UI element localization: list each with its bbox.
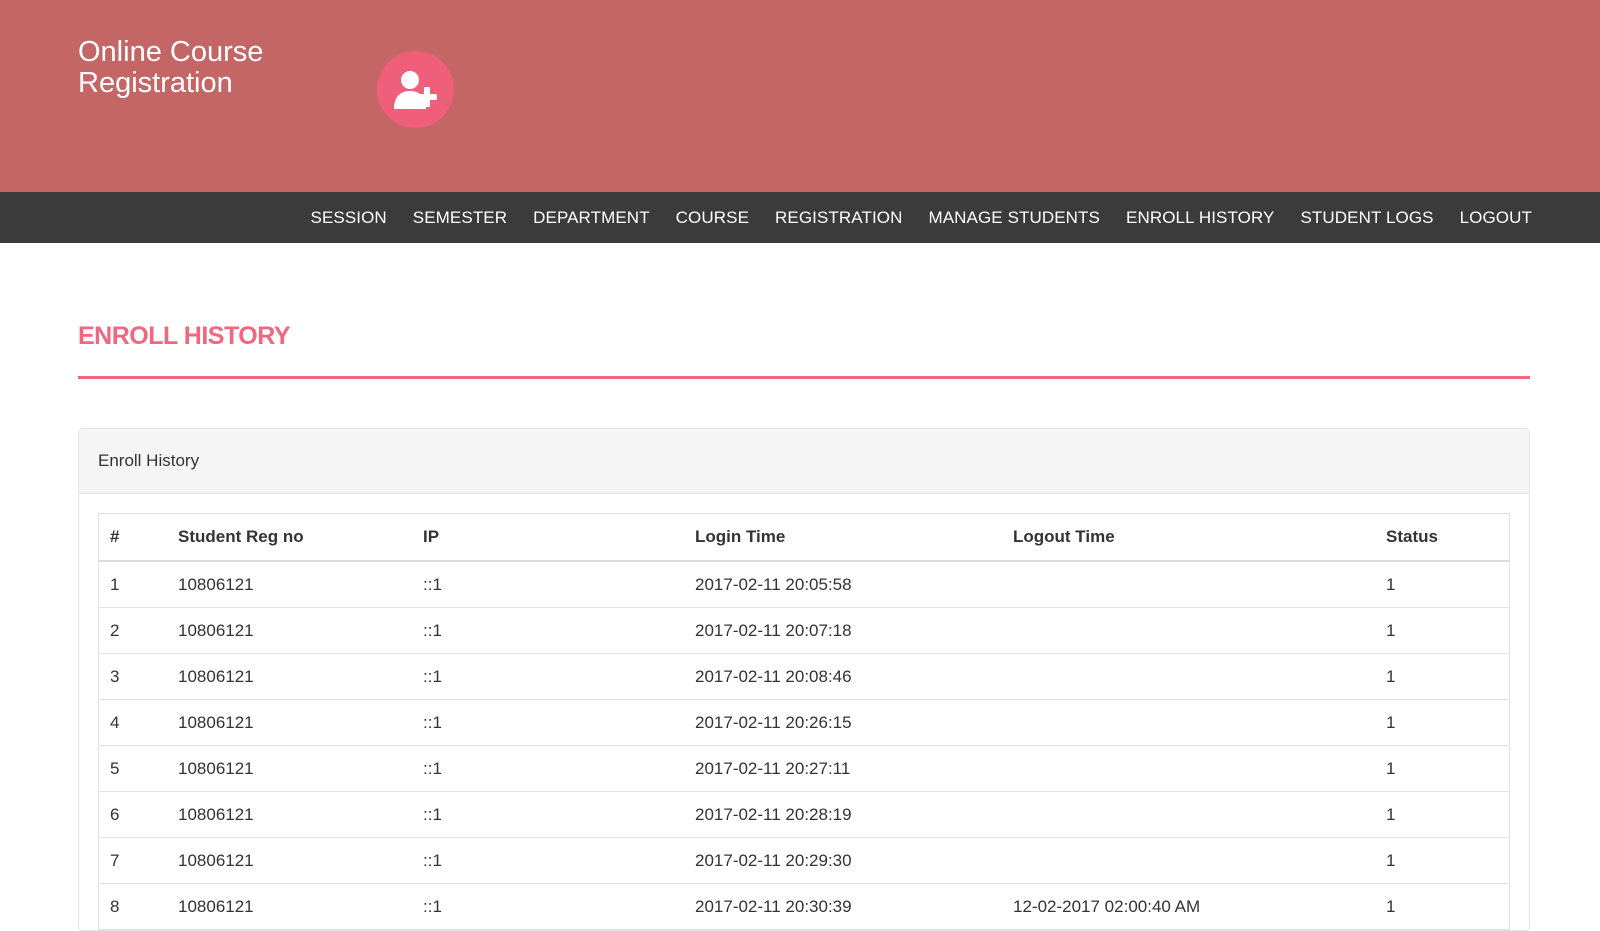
cell-reg-no: 10806121 bbox=[167, 883, 412, 930]
column-header-reg-no: Student Reg no bbox=[167, 513, 412, 562]
cell-status: 1 bbox=[1375, 560, 1510, 608]
cell-status: 1 bbox=[1375, 607, 1510, 654]
cell-reg-no: 10806121 bbox=[167, 607, 412, 654]
nav-logout[interactable]: LOGOUT bbox=[1460, 192, 1532, 243]
column-header-status: Status bbox=[1375, 513, 1510, 562]
cell-login-time: 2017-02-11 20:08:46 bbox=[684, 653, 1002, 700]
cell-status: 1 bbox=[1375, 699, 1510, 746]
cell-reg-no: 10806121 bbox=[167, 791, 412, 838]
site-title[interactable]: Online Course Registration bbox=[78, 37, 338, 99]
column-header-login-time: Login Time bbox=[684, 513, 1002, 562]
cell-login-time: 2017-02-11 20:28:19 bbox=[684, 791, 1002, 838]
cell-reg-no: 10806121 bbox=[167, 653, 412, 700]
cell-status: 1 bbox=[1375, 745, 1510, 792]
cell-login-time: 2017-02-11 20:26:15 bbox=[684, 699, 1002, 746]
cell-ip: ::1 bbox=[412, 883, 684, 930]
cell-reg-no: 10806121 bbox=[167, 837, 412, 884]
cell-logout-time bbox=[1002, 837, 1375, 884]
nav-department[interactable]: DEPARTMENT bbox=[533, 192, 650, 243]
table-row: 7 10806121 ::1 2017-02-11 20:29:30 1 bbox=[98, 837, 1510, 884]
nav-session[interactable]: SESSION bbox=[311, 192, 387, 243]
cell-number: 7 bbox=[98, 837, 167, 884]
cell-reg-no: 10806121 bbox=[167, 560, 412, 608]
cell-logout-time bbox=[1002, 653, 1375, 700]
cell-number: 1 bbox=[98, 560, 167, 608]
cell-ip: ::1 bbox=[412, 607, 684, 654]
table-row: 8 10806121 ::1 2017-02-11 20:30:39 12-02… bbox=[98, 883, 1510, 930]
cell-ip: ::1 bbox=[412, 699, 684, 746]
column-header-ip: IP bbox=[412, 513, 684, 562]
table-row: 1 10806121 ::1 2017-02-11 20:05:58 1 bbox=[98, 560, 1510, 608]
title-divider bbox=[78, 376, 1530, 379]
cell-status: 1 bbox=[1375, 883, 1510, 930]
cell-reg-no: 10806121 bbox=[167, 699, 412, 746]
cell-logout-time bbox=[1002, 607, 1375, 654]
nav-registration[interactable]: REGISTRATION bbox=[775, 192, 902, 243]
site-header: Online Course Registration bbox=[0, 0, 1600, 192]
nav-semester[interactable]: SEMESTER bbox=[413, 192, 507, 243]
column-header-logout-time: Logout Time bbox=[1002, 513, 1375, 562]
cell-ip: ::1 bbox=[412, 791, 684, 838]
cell-number: 3 bbox=[98, 653, 167, 700]
cell-ip: ::1 bbox=[412, 653, 684, 700]
cell-number: 2 bbox=[98, 607, 167, 654]
table-header-row: # Student Reg no IP Login Time Logout Ti… bbox=[98, 513, 1510, 562]
cell-login-time: 2017-02-11 20:30:39 bbox=[684, 883, 1002, 930]
cell-status: 1 bbox=[1375, 791, 1510, 838]
user-avatar-button[interactable] bbox=[377, 51, 454, 128]
nav-course[interactable]: COURSE bbox=[676, 192, 749, 243]
cell-logout-time bbox=[1002, 699, 1375, 746]
user-plus-icon bbox=[393, 70, 437, 109]
main-content: ENROLL HISTORY Enroll History # Student … bbox=[0, 321, 1600, 931]
cell-number: 4 bbox=[98, 699, 167, 746]
cell-ip: ::1 bbox=[412, 560, 684, 608]
nav-enroll-history[interactable]: ENROLL HISTORY bbox=[1126, 192, 1274, 243]
cell-logout-time bbox=[1002, 791, 1375, 838]
column-header-number: # bbox=[98, 513, 167, 562]
main-navbar: SESSION SEMESTER DEPARTMENT COURSE REGIS… bbox=[0, 192, 1600, 243]
cell-login-time: 2017-02-11 20:29:30 bbox=[684, 837, 1002, 884]
cell-number: 5 bbox=[98, 745, 167, 792]
cell-logout-time bbox=[1002, 745, 1375, 792]
cell-ip: ::1 bbox=[412, 745, 684, 792]
cell-logout-time bbox=[1002, 560, 1375, 608]
panel-body: # Student Reg no IP Login Time Logout Ti… bbox=[79, 494, 1529, 930]
cell-status: 1 bbox=[1375, 837, 1510, 884]
cell-login-time: 2017-02-11 20:07:18 bbox=[684, 607, 1002, 654]
table-row: 2 10806121 ::1 2017-02-11 20:07:18 1 bbox=[98, 607, 1510, 654]
table-row: 6 10806121 ::1 2017-02-11 20:28:19 1 bbox=[98, 791, 1510, 838]
cell-login-time: 2017-02-11 20:27:11 bbox=[684, 745, 1002, 792]
cell-reg-no: 10806121 bbox=[167, 745, 412, 792]
nav-manage-students[interactable]: MANAGE STUDENTS bbox=[928, 192, 1100, 243]
table-row: 4 10806121 ::1 2017-02-11 20:26:15 1 bbox=[98, 699, 1510, 746]
page-title: ENROLL HISTORY bbox=[78, 322, 291, 350]
enroll-history-table: # Student Reg no IP Login Time Logout Ti… bbox=[98, 513, 1510, 930]
cell-status: 1 bbox=[1375, 653, 1510, 700]
table-row: 3 10806121 ::1 2017-02-11 20:08:46 1 bbox=[98, 653, 1510, 700]
cell-login-time: 2017-02-11 20:05:58 bbox=[684, 560, 1002, 608]
cell-logout-time: 12-02-2017 02:00:40 AM bbox=[1002, 883, 1375, 930]
nav-student-logs[interactable]: STUDENT LOGS bbox=[1300, 192, 1433, 243]
panel-heading: Enroll History bbox=[79, 429, 1529, 494]
enroll-history-panel: Enroll History # Student Reg no IP Login… bbox=[78, 428, 1530, 931]
cell-number: 8 bbox=[98, 883, 167, 930]
cell-number: 6 bbox=[98, 791, 167, 838]
cell-ip: ::1 bbox=[412, 837, 684, 884]
nav-menu: SESSION SEMESTER DEPARTMENT COURSE REGIS… bbox=[285, 192, 1532, 243]
table-row: 5 10806121 ::1 2017-02-11 20:27:11 1 bbox=[98, 745, 1510, 792]
